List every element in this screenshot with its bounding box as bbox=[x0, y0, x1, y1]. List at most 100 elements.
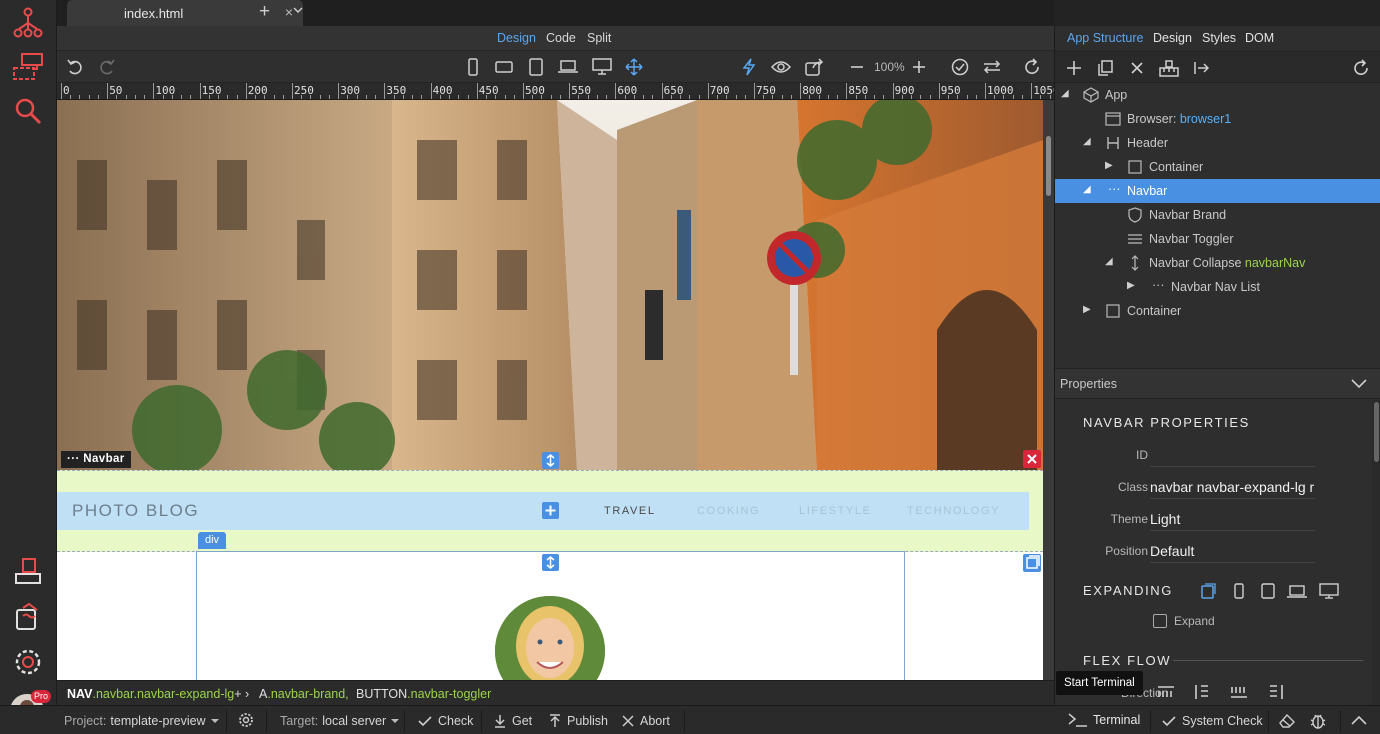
terminal-button[interactable]: Terminal bbox=[1068, 713, 1140, 727]
phone-landscape-icon[interactable] bbox=[494, 58, 514, 76]
add-component-icon[interactable] bbox=[1064, 59, 1084, 77]
expand-checkbox[interactable] bbox=[1153, 614, 1167, 628]
get-button[interactable]: Get bbox=[494, 714, 532, 728]
tablet-icon[interactable] bbox=[526, 58, 546, 76]
app-structure-icon[interactable] bbox=[9, 4, 47, 42]
direction-column-reverse-icon[interactable] bbox=[1267, 683, 1285, 701]
fluid-resize-icon[interactable] bbox=[624, 58, 644, 76]
terminal-prompt-icon bbox=[1068, 713, 1087, 727]
delete-element-icon[interactable] bbox=[1023, 450, 1041, 468]
project-settings-gear-icon[interactable] bbox=[238, 712, 254, 728]
check-button[interactable]: Check bbox=[418, 714, 473, 728]
zoom-out-icon[interactable] bbox=[847, 58, 867, 76]
class-input[interactable]: navbar navbar-expand-lg r bbox=[1150, 475, 1315, 499]
move-out-icon[interactable] bbox=[1191, 59, 1211, 77]
insert-before-handle-icon[interactable] bbox=[542, 452, 559, 469]
tree-item-container-2[interactable]: ▶ Container bbox=[1055, 299, 1380, 323]
validate-check-icon[interactable] bbox=[950, 58, 970, 76]
nav-item-cooking[interactable]: COOKING bbox=[697, 505, 760, 517]
publish-icon[interactable] bbox=[9, 552, 47, 590]
zoom-level[interactable]: 100% bbox=[874, 60, 905, 74]
share-preview-icon[interactable] bbox=[805, 58, 825, 76]
tree-item-navbar-brand[interactable]: Navbar Brand bbox=[1055, 203, 1380, 227]
close-tab-icon[interactable]: × bbox=[285, 4, 293, 20]
tab-dom[interactable]: DOM bbox=[1245, 31, 1274, 45]
position-select[interactable]: Default bbox=[1150, 539, 1315, 563]
tree-item-app[interactable]: ◢ App bbox=[1055, 83, 1380, 107]
mode-split[interactable]: Split bbox=[587, 31, 611, 45]
direction-row-reverse-icon[interactable] bbox=[1230, 683, 1248, 701]
debug-bug-icon[interactable] bbox=[1309, 712, 1327, 730]
properties-header[interactable]: Properties bbox=[1055, 368, 1380, 399]
preview-eye-icon[interactable] bbox=[771, 58, 791, 76]
tree-item-navbar-toggler[interactable]: Navbar Toggler bbox=[1055, 227, 1380, 251]
expand-breakpoint-xl-icon[interactable] bbox=[1318, 582, 1340, 600]
navbar-brand[interactable]: PHOTO BLOG bbox=[72, 501, 199, 521]
ruler-tick bbox=[523, 83, 524, 99]
id-input[interactable] bbox=[1150, 443, 1315, 467]
tree-item-navbar-collapse[interactable]: ◢ Navbar Collapse navbarNav bbox=[1055, 251, 1380, 275]
desktop-icon[interactable] bbox=[592, 58, 612, 76]
nav-item-travel[interactable]: TRAVEL bbox=[604, 505, 656, 517]
tree-item-browser[interactable]: Browser: browser1 bbox=[1055, 107, 1380, 131]
search-icon[interactable] bbox=[9, 92, 47, 130]
publish-button[interactable]: Publish bbox=[549, 714, 608, 728]
add-element-icon[interactable] bbox=[542, 502, 559, 519]
wrap-component-icon[interactable] bbox=[1159, 59, 1179, 77]
sync-arrows-icon[interactable] bbox=[982, 58, 1002, 76]
canvas-scrollbar[interactable] bbox=[1043, 100, 1054, 680]
server-connect-icon[interactable] bbox=[9, 48, 47, 86]
expand-label: Expand bbox=[1174, 614, 1215, 628]
collapse-chevron-icon[interactable] bbox=[1351, 379, 1367, 389]
expand-breakpoint-sm-icon[interactable] bbox=[1230, 582, 1248, 600]
ruler-tick bbox=[282, 95, 284, 99]
design-canvas[interactable]: ··· Navbar PHOTO BLOG TRAVEL COOKING LIF… bbox=[57, 100, 1054, 680]
tree-item-header[interactable]: ◢ Header bbox=[1055, 131, 1380, 155]
tree-item-navbar[interactable]: ◢ ··· Navbar bbox=[1055, 179, 1380, 203]
duplicate-icon[interactable] bbox=[1095, 59, 1115, 77]
breadcrumb-nav[interactable]: NAV.navbar.navbar-expand-lg+ › bbox=[67, 687, 249, 701]
tab-styles[interactable]: Styles bbox=[1202, 31, 1236, 45]
tab-design[interactable]: Design bbox=[1153, 31, 1192, 45]
theme-select[interactable]: Light bbox=[1150, 507, 1315, 531]
redo-icon[interactable] bbox=[97, 58, 117, 76]
refresh-icon[interactable] bbox=[1022, 58, 1042, 76]
phone-portrait-icon[interactable] bbox=[463, 58, 483, 76]
settings-gear-icon[interactable] bbox=[9, 643, 47, 681]
abort-button[interactable]: Abort bbox=[622, 714, 670, 728]
expand-breakpoint-lg-icon[interactable] bbox=[1286, 582, 1308, 600]
ruler-tick bbox=[1040, 95, 1042, 99]
nav-item-lifestyle[interactable]: LIFESTYLE bbox=[799, 505, 871, 517]
direction-column-icon[interactable] bbox=[1193, 683, 1211, 701]
live-mode-icon[interactable] bbox=[739, 58, 759, 76]
select-parent-icon[interactable] bbox=[1023, 554, 1041, 572]
expand-breakpoint-xs-icon[interactable] bbox=[1199, 582, 1217, 600]
breadcrumb-brand[interactable]: A.navbar-brand, bbox=[259, 687, 349, 701]
zoom-in-icon[interactable] bbox=[909, 58, 929, 76]
tab-list-chevron-icon[interactable] bbox=[293, 6, 303, 14]
project-selector[interactable]: Project: template-preview bbox=[64, 714, 220, 728]
navbar[interactable]: PHOTO BLOG TRAVEL COOKING LIFESTYLE TECH… bbox=[57, 492, 1029, 530]
mode-design[interactable]: Design bbox=[497, 31, 536, 45]
prop-theme: Theme Light bbox=[1055, 504, 1365, 532]
tab-app-structure[interactable]: App Structure bbox=[1067, 31, 1143, 45]
eraser-icon[interactable] bbox=[1278, 712, 1296, 728]
target-selector[interactable]: Target: local server bbox=[280, 714, 400, 728]
delete-component-icon[interactable] bbox=[1127, 59, 1147, 77]
new-tab-icon[interactable]: + bbox=[259, 1, 270, 23]
mode-code[interactable]: Code bbox=[546, 31, 576, 45]
breadcrumb-toggler[interactable]: BUTTON.navbar-toggler bbox=[356, 687, 491, 701]
direction-row-icon[interactable] bbox=[1157, 683, 1175, 701]
refresh-structure-icon[interactable] bbox=[1351, 59, 1371, 77]
tree-item-navbar-nav-list[interactable]: ▶ ··· Navbar Nav List bbox=[1055, 275, 1380, 299]
tree-item-container[interactable]: ▶ Container bbox=[1055, 155, 1380, 179]
system-check-button[interactable]: System Check bbox=[1162, 714, 1263, 728]
nav-item-technology[interactable]: TECHNOLOGY bbox=[907, 505, 1000, 517]
laptop-icon[interactable] bbox=[558, 58, 578, 76]
extensions-icon[interactable] bbox=[9, 598, 47, 636]
expand-breakpoint-md-icon[interactable] bbox=[1259, 582, 1277, 600]
undo-icon[interactable] bbox=[65, 58, 85, 76]
insert-inside-handle-icon[interactable] bbox=[542, 554, 559, 571]
expand-panel-chevron-icon[interactable] bbox=[1351, 715, 1367, 725]
properties-scrollbar[interactable] bbox=[1372, 400, 1380, 705]
